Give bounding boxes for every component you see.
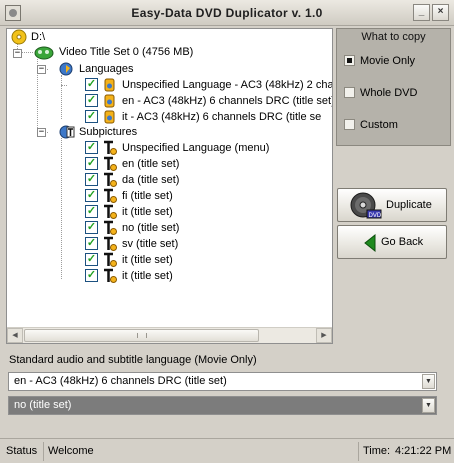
duplicate-label: Duplicate	[386, 199, 432, 211]
tree-line	[61, 85, 67, 86]
subtitle-t-icon	[104, 172, 117, 187]
subtitle-label: no (title set)	[122, 222, 180, 234]
subtitle-t-icon	[104, 268, 117, 283]
subpictures-label: Subpictures	[79, 126, 138, 138]
status-bar: Status Welcome Time: 4:21:22 PM	[0, 438, 454, 463]
subtitle-label: it (title set)	[122, 206, 173, 218]
audio-checkbox[interactable]: ✓	[85, 78, 98, 91]
close-button[interactable]: ×	[432, 4, 449, 21]
languages-label: Languages	[79, 63, 134, 75]
copy-options-group: What to copy Movie Only Whole DVD Custom	[336, 28, 451, 146]
audio-track-label: Unspecified Language - AC3 (48kHz) 2 cha	[122, 79, 333, 91]
tree-line	[21, 52, 33, 53]
subtitle-checkbox[interactable]: ✓	[85, 157, 98, 170]
option-whole-dvd[interactable]: Whole DVD	[343, 85, 447, 101]
subtitle-label: it (title set)	[122, 270, 173, 282]
subtitle-checkbox[interactable]: ✓	[85, 253, 98, 266]
tree-horizontal-scrollbar[interactable]: ◀ ▶	[7, 327, 332, 343]
subtitle-label: en (title set)	[122, 158, 180, 170]
option-custom[interactable]: Custom	[343, 117, 447, 133]
subtitle-t-icon	[104, 188, 117, 203]
title-bar: Easy-Data DVD Duplicator v. 1.0 _ ×	[0, 0, 454, 26]
subtitle-language-dropdown[interactable]: no (title set) ▼	[8, 396, 437, 415]
time-value: 4:21:22 PM	[395, 445, 452, 457]
window-title: Easy-Data DVD Duplicator v. 1.0	[131, 6, 323, 20]
subtitle-label: da (title set)	[122, 174, 180, 186]
whole-dvd-checkbox[interactable]	[344, 87, 355, 98]
tree-line	[61, 138, 62, 279]
languages-expander[interactable]: −	[37, 65, 46, 74]
status-message: Welcome	[48, 445, 94, 457]
subtitle-label: Unspecified Language (menu)	[122, 142, 270, 154]
option-movie-only[interactable]: Movie Only	[343, 53, 447, 69]
svg-text:DVD: DVD	[369, 213, 382, 219]
audio-track-label: it - AC3 (48kHz) 6 channels DRC (title s…	[122, 111, 322, 123]
audio-checkbox[interactable]: ✓	[85, 110, 98, 123]
time-label: Time:	[363, 445, 391, 457]
scroll-left-button[interactable]: ◀	[7, 328, 23, 343]
movie-only-checkbox[interactable]	[344, 55, 355, 66]
scroll-right-button[interactable]: ▶	[316, 328, 332, 343]
film-reel-icon	[34, 46, 54, 60]
scroll-thumb[interactable]	[24, 329, 259, 342]
subtitle-t-icon	[104, 156, 117, 171]
default-language-label: Standard audio and subtitle language (Mo…	[9, 354, 257, 366]
audio-language-dropdown[interactable]: en - AC3 (48kHz) 6 channels DRC (title s…	[8, 372, 437, 391]
go-back-button[interactable]: Go Back	[337, 225, 447, 259]
movie-only-label: Movie Only	[360, 55, 416, 67]
minimize-button[interactable]: _	[413, 4, 430, 21]
audio-language-icon	[59, 62, 73, 76]
subtitle-label: it (title set)	[122, 254, 173, 266]
subtitle-t-icon	[104, 204, 117, 219]
subtitle-t-icon	[104, 236, 117, 251]
status-separator	[43, 442, 44, 461]
duplicate-button[interactable]: DVD Duplicate	[337, 188, 447, 222]
audio-speaker-icon	[104, 78, 115, 92]
subpictures-expander[interactable]: −	[37, 128, 46, 137]
cd-disc-icon	[11, 29, 27, 45]
audio-dropdown-chevron-down-icon[interactable]: ▼	[422, 374, 435, 389]
subtitle-label: sv (title set)	[122, 238, 179, 250]
go-back-label: Go Back	[381, 236, 424, 248]
tracks-tree[interactable]: D:\ − Video Title Set 0 (4756 MB) − Lang…	[6, 28, 333, 344]
subtitle-checkbox[interactable]: ✓	[85, 269, 98, 282]
subtitle-t-icon	[104, 140, 117, 155]
custom-label: Custom	[360, 119, 398, 131]
dvd-disc-icon: DVD	[350, 192, 382, 219]
audio-speaker-icon	[104, 94, 115, 108]
back-arrow-icon	[364, 233, 376, 253]
subtitle-icon	[59, 125, 75, 139]
title-set-expander[interactable]: −	[13, 49, 22, 58]
subtitle-checkbox[interactable]: ✓	[85, 141, 98, 154]
subtitle-checkbox[interactable]: ✓	[85, 237, 98, 250]
status-separator	[358, 442, 359, 461]
status-label: Status	[6, 445, 38, 457]
subtitle-checkbox[interactable]: ✓	[85, 189, 98, 202]
subtitle-dropdown-chevron-down-icon[interactable]: ▼	[422, 398, 435, 413]
custom-checkbox[interactable]	[344, 119, 355, 130]
subtitle-t-icon	[104, 220, 117, 235]
whole-dvd-label: Whole DVD	[360, 87, 418, 99]
title-set-label: Video Title Set 0 (4756 MB)	[59, 46, 194, 58]
audio-language-value: en - AC3 (48kHz) 6 channels DRC (title s…	[14, 375, 227, 387]
subtitle-label: fi (title set)	[122, 190, 173, 202]
copy-options-title: What to copy	[361, 31, 426, 43]
tree-root-label: D:\	[31, 31, 46, 43]
audio-checkbox[interactable]: ✓	[85, 94, 98, 107]
tree-line	[61, 75, 62, 119]
audio-track-label: en - AC3 (48kHz) 6 channels DRC (title s…	[122, 95, 333, 107]
subtitle-language-value: no (title set)	[14, 399, 72, 411]
audio-speaker-icon	[104, 110, 115, 124]
subtitle-checkbox[interactable]: ✓	[85, 221, 98, 234]
subtitle-t-icon	[104, 252, 117, 267]
subtitle-checkbox[interactable]: ✓	[85, 173, 98, 186]
subtitle-checkbox[interactable]: ✓	[85, 205, 98, 218]
